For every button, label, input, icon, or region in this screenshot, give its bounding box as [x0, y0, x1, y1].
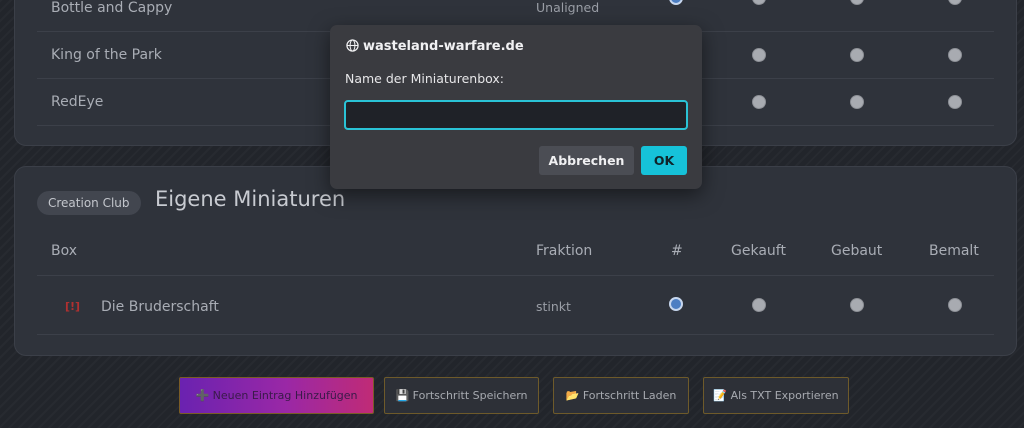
- fraction-name: stinkt: [536, 299, 571, 314]
- custom-miniatures-card: Creation Club Eigene Miniaturen Box Frak…: [14, 166, 1017, 356]
- radio-painted[interactable]: [948, 48, 962, 62]
- radio-bought[interactable]: [752, 298, 766, 312]
- radio-painted[interactable]: [948, 0, 962, 5]
- radio-bought[interactable]: [752, 95, 766, 109]
- header-fraction: Fraktion: [536, 243, 593, 259]
- header-divider: [37, 275, 994, 276]
- radio-built[interactable]: [850, 48, 864, 62]
- radio-built[interactable]: [850, 0, 864, 5]
- box-name-input[interactable]: [344, 100, 688, 130]
- radio-built[interactable]: [850, 298, 864, 312]
- box-name: King of the Park: [51, 47, 162, 63]
- box-name: Bottle and Cappy: [51, 0, 173, 16]
- cancel-button[interactable]: Abbrechen: [539, 146, 634, 175]
- radio-bought[interactable]: [752, 48, 766, 62]
- box-name: Die Bruderschaft: [101, 299, 219, 315]
- dialog-prompt-label: Name der Miniaturenbox:: [345, 71, 505, 86]
- radio-painted[interactable]: [948, 298, 962, 312]
- load-progress-button[interactable]: 📂 Fortschritt Laden: [553, 377, 689, 414]
- dialog-site: wasteland-warfare.de: [363, 39, 524, 54]
- header-box: Box: [51, 243, 78, 259]
- section-title: Eigene Miniaturen: [155, 187, 346, 211]
- table-row: [!] Die Bruderschaft stinkt: [37, 280, 994, 335]
- header-bought: Gekauft: [731, 243, 786, 259]
- ok-button[interactable]: OK: [641, 146, 687, 175]
- dialog-title: wasteland-warfare.de: [346, 39, 524, 54]
- globe-icon: [346, 39, 359, 52]
- header-painted: Bemalt: [929, 243, 979, 259]
- box-name: RedEye: [51, 94, 104, 110]
- radio-bought[interactable]: [752, 0, 766, 5]
- header-number: #: [671, 243, 683, 259]
- radio-number-selected[interactable]: [669, 297, 683, 311]
- creation-club-badge: Creation Club: [37, 191, 141, 215]
- add-entry-button[interactable]: ➕ Neuen Eintrag Hinzufügen: [179, 377, 374, 414]
- radio-painted[interactable]: [948, 95, 962, 109]
- faction-logo-icon: [!]: [65, 300, 81, 313]
- prompt-dialog: wasteland-warfare.de Name der Miniaturen…: [330, 25, 702, 189]
- save-progress-button[interactable]: 💾 Fortschritt Speichern: [384, 377, 539, 414]
- export-txt-button[interactable]: 📝 Als TXT Exportieren: [703, 377, 849, 414]
- header-built: Gebaut: [831, 243, 883, 259]
- radio-built[interactable]: [850, 95, 864, 109]
- radio-number-selected[interactable]: [669, 0, 683, 5]
